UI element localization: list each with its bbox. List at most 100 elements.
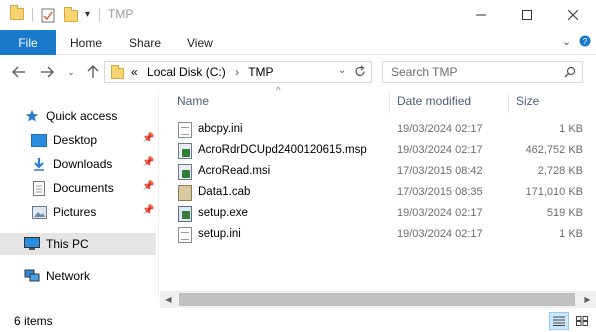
minimize-button[interactable] (458, 0, 504, 30)
title-bar: ▾ TMP (0, 0, 596, 30)
up-button[interactable] (84, 63, 102, 81)
file-size: 171,010 KB (525, 186, 584, 198)
star-icon (24, 108, 40, 124)
breadcrumb-overflow[interactable]: « (131, 65, 138, 79)
desktop-icon (31, 132, 47, 148)
table-row[interactable]: AcroRead.msi 17/03/2015 08:42 2,728 KB (160, 162, 596, 183)
details-view-icon (553, 316, 565, 326)
computer-icon (24, 236, 40, 252)
file-date: 19/03/2024 02:17 (397, 228, 483, 240)
sidebar-item-quick-access[interactable]: Quick access (24, 105, 117, 127)
search-input[interactable]: Search TMP (391, 65, 457, 79)
item-count: 6 items (14, 314, 53, 328)
expand-ribbon-icon[interactable]: ⌄ (562, 35, 571, 48)
column-header-name[interactable]: Name (177, 94, 209, 108)
column-divider[interactable] (508, 93, 509, 113)
scrollbar-thumb[interactable] (179, 293, 575, 306)
ini-file-icon (178, 122, 192, 138)
search-box[interactable]: Search TMP (382, 61, 583, 83)
help-icon[interactable]: ? (579, 35, 591, 50)
sidebar-item-label: Pictures (53, 205, 97, 219)
pane-divider[interactable] (158, 89, 159, 303)
sidebar-item-this-pc[interactable]: This PC (24, 233, 89, 255)
file-size: 462,752 KB (525, 144, 584, 156)
search-icon[interactable] (564, 66, 576, 81)
file-size: 2,728 KB (537, 165, 583, 177)
table-row[interactable]: setup.ini 19/03/2024 02:17 1 KB (160, 225, 596, 246)
file-date: 17/03/2015 08:42 (397, 165, 483, 177)
sidebar-item-pictures[interactable]: Pictures (31, 201, 96, 223)
navigation-pane: Quick access Desktop 📌 Downloads 📌 Docum… (0, 89, 158, 303)
breadcrumb-local-disk[interactable]: Local Disk (C:) (147, 65, 226, 79)
window-title: TMP (108, 7, 134, 21)
tab-home[interactable]: Home (70, 30, 102, 55)
tab-share[interactable]: Share (129, 30, 161, 55)
sidebar-item-label: Quick access (46, 109, 118, 123)
customize-toolbar-icon[interactable]: ▾ (85, 9, 90, 20)
column-divider[interactable] (389, 93, 390, 113)
pin-icon[interactable]: 📌 (142, 133, 154, 144)
file-size: 519 KB (546, 207, 583, 219)
pin-icon[interactable]: 📌 (142, 157, 154, 168)
file-name: setup.ini (198, 228, 241, 240)
recent-locations-button[interactable]: ⌄ (62, 63, 80, 81)
arrow-left-icon (12, 66, 25, 78)
forward-button[interactable] (38, 63, 56, 81)
file-size: 1 KB (559, 123, 583, 135)
scroll-right-icon[interactable]: ▶ (579, 291, 596, 308)
address-bar[interactable]: « Local Disk (C:) › TMP ⌄ (104, 61, 372, 83)
arrow-right-icon (41, 66, 54, 78)
status-bar: 6 items (0, 308, 596, 332)
breadcrumb-separator[interactable]: › (235, 65, 239, 79)
table-row[interactable]: Data1.cab 17/03/2015 08:35 171,010 KB (160, 183, 596, 204)
pin-icon[interactable]: 📌 (142, 205, 154, 216)
table-row[interactable]: abcpy.ini 19/03/2024 02:17 1 KB (160, 120, 596, 141)
pictures-icon (31, 204, 47, 220)
file-date: 17/03/2015 08:35 (397, 186, 483, 198)
msp-file-icon (178, 143, 192, 159)
sort-ascending-icon: ^ (276, 86, 281, 97)
sidebar-item-label: Network (46, 269, 91, 283)
file-list: ^ Name Date modified Size abcpy.ini 19/0… (160, 86, 596, 303)
file-date: 19/03/2024 02:17 (397, 123, 483, 135)
file-size: 1 KB (559, 228, 583, 240)
table-row[interactable]: AcroRdrDCUpd2400120615.msp 19/03/2024 02… (160, 141, 596, 162)
refresh-button[interactable] (354, 65, 366, 81)
column-header-date-modified[interactable]: Date modified (397, 94, 471, 108)
scroll-left-icon[interactable]: ◀ (160, 291, 177, 308)
ribbon-tabs: File Home Share View ⌄ ? (0, 30, 596, 55)
address-row: ⌄ « Local Disk (C:) › TMP ⌄ Search TMP (0, 55, 596, 89)
close-button[interactable] (550, 0, 596, 30)
breadcrumb-tmp[interactable]: TMP (248, 65, 273, 79)
horizontal-scrollbar[interactable]: ◀ ▶ (160, 291, 596, 308)
ini-file-icon (178, 227, 192, 243)
toolbar-divider (99, 8, 100, 22)
pin-icon[interactable]: 📌 (142, 181, 154, 192)
download-icon (31, 156, 47, 172)
file-name: AcroRead.msi (198, 165, 271, 177)
address-dropdown-icon[interactable]: ⌄ (338, 65, 346, 76)
refresh-icon (355, 65, 365, 77)
svg-text:?: ? (583, 37, 588, 46)
sidebar-item-documents[interactable]: Documents (31, 177, 114, 199)
file-name: Data1.cab (198, 186, 251, 198)
exe-file-icon (178, 206, 192, 222)
toolbar-divider (32, 8, 33, 22)
maximize-button[interactable] (504, 0, 550, 30)
large-icons-view-icon (576, 316, 588, 326)
table-row[interactable]: setup.exe 19/03/2024 02:17 519 KB (160, 204, 596, 225)
details-view-button[interactable] (549, 312, 569, 330)
file-name: abcpy.ini (198, 123, 243, 135)
tab-view[interactable]: View (187, 30, 213, 55)
documents-icon (31, 180, 47, 196)
back-button[interactable] (10, 63, 28, 81)
large-icons-view-button[interactable] (572, 312, 592, 330)
file-name: AcroRdrDCUpd2400120615.msp (198, 144, 367, 156)
sidebar-item-label: Desktop (53, 133, 98, 147)
sidebar-item-downloads[interactable]: Downloads (31, 153, 112, 175)
column-header-size[interactable]: Size (516, 94, 539, 108)
properties-icon[interactable] (41, 8, 55, 26)
tab-file[interactable]: File (0, 30, 56, 55)
sidebar-item-network[interactable]: Network (24, 265, 90, 287)
sidebar-item-desktop[interactable]: Desktop (31, 129, 97, 151)
